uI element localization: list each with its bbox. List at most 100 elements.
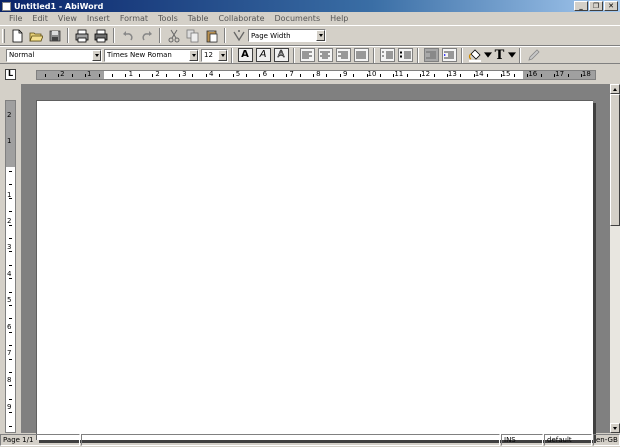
ruler-tick bbox=[205, 74, 207, 77]
pen-icon bbox=[527, 49, 540, 61]
redo-icon bbox=[141, 30, 152, 40]
menu-edit[interactable]: Edit bbox=[27, 14, 53, 23]
scroll-up-button[interactable] bbox=[610, 84, 620, 94]
menu-table[interactable]: Table bbox=[183, 14, 214, 23]
ruler-tick bbox=[112, 74, 113, 77]
scissors-icon bbox=[168, 29, 179, 42]
ruler-tick bbox=[500, 74, 502, 77]
ruler-number: 4 bbox=[208, 70, 214, 78]
align-left-button[interactable] bbox=[299, 48, 315, 62]
chevron-down-icon[interactable] bbox=[92, 49, 101, 61]
toolbar-grip[interactable] bbox=[2, 28, 5, 43]
close-button[interactable]: ✕ bbox=[604, 1, 618, 11]
ruler-tick bbox=[286, 74, 288, 77]
menu-tools[interactable]: Tools bbox=[153, 14, 183, 23]
font-color-dropdown[interactable] bbox=[507, 47, 516, 64]
chevron-down-icon[interactable] bbox=[189, 49, 198, 61]
highlight-color-button[interactable] bbox=[467, 47, 483, 64]
ruler-tick bbox=[406, 74, 408, 77]
print-button[interactable] bbox=[73, 27, 91, 44]
document-area[interactable] bbox=[21, 84, 610, 440]
numbered-list-button[interactable] bbox=[379, 48, 395, 62]
menu-view[interactable]: View bbox=[53, 14, 82, 23]
document-page[interactable] bbox=[36, 100, 593, 440]
font-select[interactable]: Times New Roman bbox=[104, 48, 199, 62]
ruler-tick bbox=[473, 74, 475, 77]
open-button[interactable] bbox=[27, 27, 45, 44]
toolbar-separator bbox=[231, 47, 233, 63]
align-center-button[interactable] bbox=[317, 48, 333, 62]
increase-indent-icon bbox=[443, 51, 454, 58]
ruler-number: 5 bbox=[7, 296, 12, 304]
format-painter-button[interactable] bbox=[230, 27, 248, 44]
ruler-number: 5 bbox=[235, 70, 241, 78]
ruler-tick bbox=[85, 74, 87, 77]
ruler-tick bbox=[393, 74, 395, 77]
increase-indent-button[interactable] bbox=[441, 48, 457, 62]
ruler-number: 1 bbox=[7, 137, 12, 145]
cut-button[interactable] bbox=[165, 27, 183, 44]
ruler-number: 10 bbox=[367, 70, 377, 78]
toolbar-separator bbox=[373, 47, 375, 63]
arrow-up-icon bbox=[613, 87, 617, 91]
undo-button[interactable] bbox=[119, 27, 137, 44]
ruler-number: 6 bbox=[7, 323, 12, 331]
ruler-number: 13 bbox=[447, 70, 457, 78]
font-size-value: 12 bbox=[204, 51, 213, 59]
ruler-tick bbox=[219, 74, 221, 77]
tab-stop-selector[interactable]: L bbox=[5, 69, 16, 80]
bullet-list-icon bbox=[399, 51, 411, 58]
menu-collaborate[interactable]: Collaborate bbox=[213, 14, 269, 23]
save-button[interactable] bbox=[46, 27, 64, 44]
align-right-button[interactable] bbox=[335, 48, 351, 62]
menu-help[interactable]: Help bbox=[325, 14, 353, 23]
maximize-button[interactable]: ❐ bbox=[589, 1, 603, 11]
justify-button[interactable] bbox=[353, 48, 369, 62]
ruler-tick bbox=[9, 398, 12, 400]
menu-documents[interactable]: Documents bbox=[270, 14, 326, 23]
italic-button[interactable]: A bbox=[255, 48, 271, 62]
highlight-color-dropdown[interactable] bbox=[483, 47, 492, 64]
pen-tool-button[interactable] bbox=[525, 47, 543, 64]
vertical-scrollbar[interactable] bbox=[610, 84, 620, 433]
scrollbar-thumb[interactable] bbox=[610, 94, 620, 226]
window-controls: _ ❐ ✕ bbox=[574, 1, 618, 11]
ruler-tick bbox=[9, 197, 12, 199]
menu-bar: File Edit View Insert Format Tools Table… bbox=[0, 12, 620, 25]
print-preview-button[interactable] bbox=[92, 27, 110, 44]
menu-format[interactable]: Format bbox=[115, 14, 153, 23]
zoom-select[interactable]: Page Width bbox=[248, 29, 326, 42]
ruler-tick bbox=[9, 171, 12, 172]
redo-button[interactable] bbox=[138, 27, 156, 44]
copy-button[interactable] bbox=[184, 27, 202, 44]
menu-file[interactable]: File bbox=[4, 14, 27, 23]
horizontal-ruler[interactable]: 2 1 1 2 3 4 5 6 7 8 9 10 11 12 13 14 15 16 17 18 bbox=[36, 70, 596, 80]
minimize-button[interactable]: _ bbox=[574, 1, 588, 11]
bold-button[interactable]: A bbox=[237, 48, 253, 62]
font-size-select[interactable]: 12 bbox=[201, 48, 228, 62]
scroll-down-button[interactable] bbox=[610, 423, 620, 433]
outline-button[interactable]: A bbox=[273, 48, 289, 62]
toolbar-separator bbox=[417, 47, 419, 63]
toolbar-separator bbox=[67, 28, 69, 43]
chevron-down-icon[interactable] bbox=[218, 49, 227, 61]
chevron-down-icon[interactable] bbox=[316, 30, 325, 41]
new-document-button[interactable] bbox=[8, 27, 26, 44]
ruler-tick bbox=[9, 385, 12, 387]
ruler-tick bbox=[447, 74, 448, 77]
ruler-row: L 2 1 1 2 3 4 5 6 7 8 9 10 11 12 13 14 15 16 17 18 bbox=[0, 64, 620, 84]
style-select[interactable]: Normal bbox=[6, 48, 102, 62]
paste-button[interactable] bbox=[203, 27, 221, 44]
vertical-ruler[interactable]: 21123456789 bbox=[5, 100, 16, 433]
decrease-indent-button[interactable] bbox=[423, 48, 439, 62]
font-color-button[interactable]: T bbox=[493, 47, 507, 64]
ruler-tick bbox=[527, 74, 529, 77]
ruler-number: 18 bbox=[581, 70, 591, 78]
insert-mode-indicator[interactable]: INS bbox=[501, 434, 543, 446]
status-message bbox=[81, 434, 500, 446]
copy-icon bbox=[186, 29, 198, 42]
bullet-list-button[interactable] bbox=[397, 48, 413, 62]
ruler-tick bbox=[380, 74, 381, 77]
ruler-tick bbox=[9, 318, 12, 320]
menu-insert[interactable]: Insert bbox=[82, 14, 115, 23]
